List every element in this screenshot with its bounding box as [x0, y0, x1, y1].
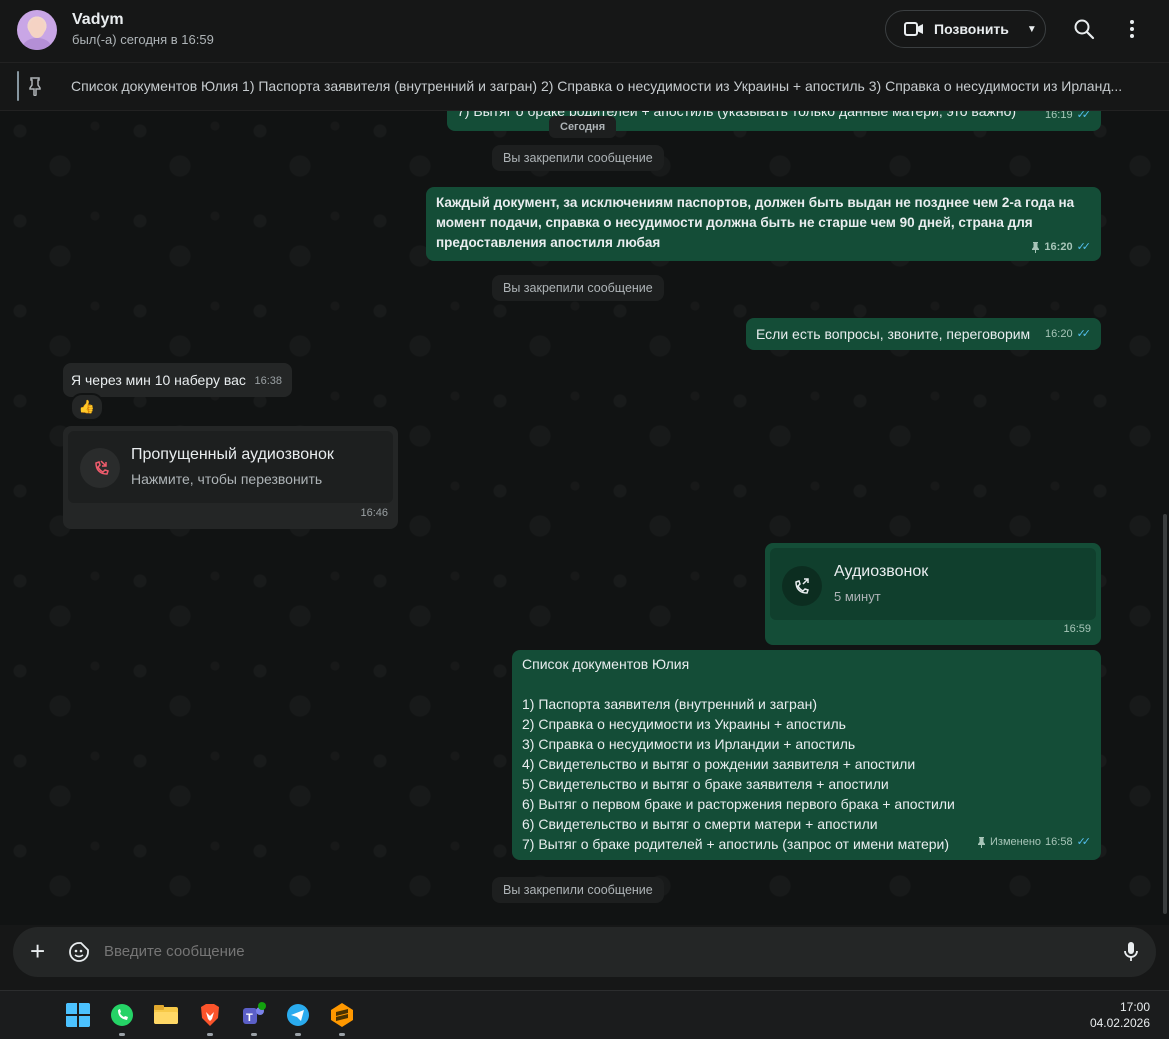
message-list[interactable]: 7) Вытяг о браке родителей + апостиль (у…: [0, 111, 1169, 925]
message-heading: Список документов Юлия: [522, 656, 690, 672]
call-subtitle: Нажмите, чтобы перезвонить: [131, 471, 323, 487]
system-message: Вы закрепили сообщение: [492, 877, 664, 903]
message-bubble-outgoing[interactable]: Список документов Юлия 1) Паспорта заяви…: [512, 650, 1101, 860]
clock-time: 17:00: [1119, 1000, 1150, 1014]
message-time: 16:59: [1063, 623, 1091, 635]
running-indicator: [295, 1033, 301, 1036]
message-input[interactable]: [104, 943, 1094, 960]
message-meta: 16:20 ✓✓: [1045, 324, 1091, 344]
read-ticks-icon: ✓✓: [1076, 241, 1092, 253]
message-time: 16:20: [1045, 328, 1073, 340]
date-divider: Сегодня: [549, 116, 617, 138]
sublime-text-icon[interactable]: [329, 1002, 355, 1028]
running-indicator: [207, 1033, 213, 1036]
read-ticks-icon: ✓✓: [1076, 328, 1092, 340]
message-meta: 16:19 ✓✓: [1045, 111, 1091, 125]
sticker-icon[interactable]: [68, 941, 90, 963]
call-title: Пропущенный аудиозвонок: [131, 446, 334, 463]
message-meta: Изменено 16:58 ✓✓: [977, 832, 1091, 852]
pinned-indicator: [17, 71, 19, 101]
microphone-icon[interactable]: [1123, 940, 1139, 964]
pin-icon: [29, 77, 41, 96]
message-time: 16:19: [1045, 111, 1073, 121]
message-text: Если есть вопросы, звоните, переговорим: [756, 326, 1031, 342]
message-text: 7) Вытяг о браке родителей + апостиль (у…: [457, 111, 1017, 119]
reaction-badge[interactable]: 👍: [70, 393, 104, 421]
pinned-message-bar[interactable]: Список документов Юлия 1) Паспорта заяви…: [0, 63, 1169, 111]
message-composer: +: [13, 927, 1156, 977]
pinned-message-text[interactable]: Список документов Юлия 1) Паспорта заяви…: [71, 78, 1137, 94]
call-title: Аудиозвонок: [834, 563, 929, 580]
chat-header: Vadym был(-а) сегодня в 16:59 Позвонить …: [0, 0, 1169, 63]
taskbar: T 17:00 04.02.2026: [0, 990, 1169, 1039]
edited-label: Изменено: [990, 836, 1042, 848]
doc-list-item: 5) Свидетельство и вытяг о браке заявите…: [522, 776, 889, 792]
whatsapp-window: Vadym был(-а) сегодня в 16:59 Позвонить …: [0, 0, 1169, 990]
message-meta: 16:20 ✓✓: [1031, 237, 1091, 257]
windows-start-icon[interactable]: [65, 1002, 91, 1028]
message-time: 16:20: [1044, 241, 1073, 253]
whatsapp-icon[interactable]: [109, 1002, 135, 1028]
audio-call-card[interactable]: Аудиозвонок 5 минут: [770, 548, 1096, 620]
contact-name[interactable]: Vadym: [72, 11, 124, 29]
call-button[interactable]: Позвонить ▼: [885, 10, 1046, 48]
search-icon[interactable]: [1073, 18, 1095, 40]
telegram-icon[interactable]: [285, 1002, 311, 1028]
more-menu-icon[interactable]: [1121, 18, 1143, 40]
message-time: 16:58: [1045, 836, 1073, 848]
chevron-down-icon[interactable]: ▼: [1027, 24, 1037, 35]
message-bubble-outgoing[interactable]: Если есть вопросы, звоните, переговорим …: [746, 318, 1101, 350]
running-indicator: [339, 1033, 345, 1036]
scrollbar[interactable]: [1163, 514, 1167, 914]
pin-icon: [978, 836, 986, 848]
call-subtitle: 5 минут: [834, 589, 881, 604]
message-bubble-outgoing[interactable]: 7) Вытяг о браке родителей + апостиль (у…: [447, 111, 1101, 131]
missed-call-card[interactable]: Пропущенный аудиозвонок Нажмите, чтобы п…: [68, 431, 393, 503]
call-button-label: Позвонить: [934, 21, 1009, 37]
video-camera-icon: [904, 22, 923, 36]
missed-call-bubble[interactable]: Пропущенный аудиозвонок Нажмите, чтобы п…: [63, 426, 398, 529]
doc-list-item: 6) Свидетельство и вытяг о смерти матери…: [522, 816, 878, 832]
clock-date: 04.02.2026: [1089, 1016, 1150, 1030]
missed-call-icon: [80, 448, 120, 488]
running-indicator: [119, 1033, 125, 1036]
doc-list-item: 4) Свидетельство и вытяг о рождении заяв…: [522, 756, 916, 772]
message-text: Я через мин 10 наберу вас: [71, 372, 246, 388]
doc-list-item: 2) Справка о несудимости из Украины + ап…: [522, 716, 846, 732]
running-indicator: [251, 1033, 257, 1036]
message-meta: 16:59: [1063, 619, 1091, 639]
message-meta: 16:46: [360, 503, 388, 523]
system-clock[interactable]: 17:00 04.02.2026: [1090, 999, 1150, 1031]
doc-list-item: 6) Вытяг о первом браке и расторжения пе…: [522, 796, 955, 812]
audio-call-bubble[interactable]: Аудиозвонок 5 минут 16:59: [765, 543, 1101, 645]
message-time: 16:38: [254, 375, 282, 387]
pin-icon: [1032, 241, 1040, 253]
message-text: Каждый документ, за исключениям паспорто…: [436, 195, 1075, 250]
attach-plus-icon[interactable]: +: [30, 938, 45, 964]
message-bubble-incoming[interactable]: Я через мин 10 наберу вас 16:38: [63, 363, 292, 397]
system-message: Вы закрепили сообщение: [492, 145, 664, 171]
avatar[interactable]: [17, 10, 57, 50]
read-ticks-icon: ✓✓: [1076, 836, 1092, 848]
svg-text:T: T: [246, 1012, 253, 1024]
doc-list-item: 1) Паспорта заявителя (внутренний и загр…: [522, 696, 818, 712]
read-ticks-icon: ✓✓: [1076, 111, 1092, 121]
file-explorer-icon[interactable]: [153, 1002, 179, 1028]
outgoing-call-icon: [782, 566, 822, 606]
message-meta: 16:38: [254, 371, 282, 391]
brave-browser-icon[interactable]: [197, 1002, 223, 1028]
message-bubble-outgoing[interactable]: Каждый документ, за исключениям паспорто…: [426, 187, 1101, 261]
contact-status: был(-а) сегодня в 16:59: [72, 32, 214, 47]
system-message: Вы закрепили сообщение: [492, 275, 664, 301]
message-time: 16:46: [360, 507, 388, 519]
teams-icon[interactable]: T: [241, 1002, 267, 1028]
doc-list-item: 3) Справка о несудимости из Ирландии + а…: [522, 736, 856, 752]
